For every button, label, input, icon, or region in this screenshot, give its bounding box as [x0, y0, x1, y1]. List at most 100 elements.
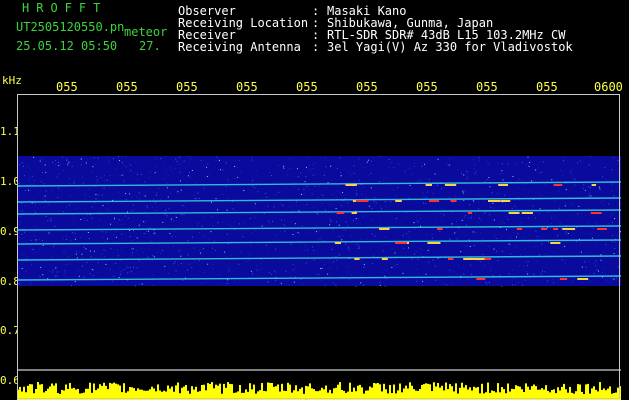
- power-trace-bar: [161, 391, 163, 400]
- noise-speckle: [68, 161, 70, 163]
- noise-speckle: [518, 179, 520, 181]
- power-trace-bar: [589, 393, 591, 400]
- noise-speckle: [328, 267, 330, 269]
- meteor-echo: [516, 228, 523, 230]
- noise-speckle: [288, 284, 290, 286]
- power-trace-bar: [353, 387, 355, 400]
- noise-speckle: [312, 246, 314, 248]
- noise-speckle: [381, 209, 382, 211]
- noise-speckle: [408, 231, 410, 233]
- noise-speckle: [275, 248, 276, 250]
- noise-speckle: [420, 179, 422, 181]
- power-trace-bar: [23, 386, 25, 400]
- noise-speckle: [196, 207, 198, 209]
- noise-speckle: [615, 241, 617, 243]
- noise-speckle: [497, 162, 498, 164]
- noise-speckle: [136, 249, 138, 251]
- noise-speckle: [127, 272, 129, 274]
- noise-speckle: [82, 176, 84, 178]
- power-trace-bar: [49, 386, 51, 400]
- power-trace-bar: [109, 382, 111, 400]
- meteor-echo: [354, 258, 360, 260]
- power-trace-bar: [153, 388, 155, 400]
- noise-speckle: [573, 177, 575, 179]
- meteor-echo: [559, 278, 568, 280]
- power-trace-bar: [29, 384, 31, 400]
- noise-speckle: [121, 219, 123, 221]
- x-tick: 055: [116, 80, 138, 94]
- info-value-antenna: 3el Yagi(V) Az 330 for Vladivostok: [327, 40, 573, 54]
- noise-speckle: [51, 189, 53, 191]
- power-trace-bar: [435, 386, 437, 400]
- noise-speckle: [428, 247, 430, 249]
- noise-speckle: [590, 195, 592, 197]
- noise-speckle: [183, 160, 185, 162]
- noise-speckle: [537, 167, 539, 169]
- noise-speckle: [529, 190, 531, 192]
- power-trace-bar: [227, 382, 229, 400]
- noise-speckle: [192, 236, 193, 238]
- power-trace-bar: [163, 390, 165, 400]
- meteor-echo: [550, 242, 561, 244]
- noise-speckle: [582, 188, 584, 190]
- noise-speckle: [76, 251, 78, 253]
- noise-speckle: [588, 260, 590, 262]
- noise-speckle: [107, 156, 109, 158]
- noise-speckle: [383, 244, 385, 246]
- noise-speckle: [557, 234, 559, 236]
- noise-speckle: [157, 171, 159, 173]
- noise-speckle: [254, 203, 256, 205]
- power-trace-bar: [319, 390, 321, 400]
- noise-speckle: [56, 176, 58, 178]
- noise-speckle: [540, 195, 542, 197]
- noise-speckle: [192, 194, 194, 196]
- noise-speckle: [200, 159, 202, 161]
- noise-speckle: [425, 273, 427, 275]
- noise-speckle: [226, 209, 228, 211]
- noise-speckle: [527, 273, 529, 275]
- noise-speckle: [611, 278, 613, 280]
- noise-speckle: [523, 188, 525, 190]
- noise-speckle: [472, 200, 474, 202]
- noise-speckle: [435, 279, 436, 281]
- noise-speckle: [596, 242, 597, 244]
- noise-speckle: [486, 284, 488, 286]
- noise-speckle: [35, 239, 37, 241]
- noise-speckle: [53, 245, 54, 247]
- noise-speckle: [123, 269, 124, 271]
- noise-speckle: [230, 225, 232, 227]
- noise-speckle: [179, 156, 181, 158]
- power-trace-bar: [361, 387, 363, 400]
- power-trace-bar: [309, 383, 311, 400]
- noise-speckle: [33, 183, 34, 185]
- noise-speckle: [238, 223, 240, 225]
- noise-speckle: [541, 241, 543, 243]
- power-trace-bar: [245, 389, 247, 400]
- noise-speckle: [282, 165, 284, 167]
- power-trace-bar: [395, 393, 397, 400]
- power-trace-bar: [289, 384, 291, 400]
- noise-speckle: [512, 278, 514, 279]
- noise-speckle: [27, 165, 29, 167]
- noise-speckle: [133, 273, 135, 275]
- power-trace-bar: [439, 387, 441, 400]
- power-trace-bar: [291, 392, 293, 400]
- noise-speckle: [187, 175, 189, 177]
- noise-speckle: [461, 219, 463, 221]
- noise-speckle: [480, 261, 482, 263]
- noise-speckle: [413, 162, 415, 164]
- power-trace-bar: [545, 385, 547, 400]
- noise-speckle: [339, 157, 341, 159]
- power-trace-bar: [363, 393, 365, 400]
- noise-speckle: [96, 182, 98, 183]
- noise-speckle: [551, 217, 552, 219]
- noise-speckle: [527, 261, 529, 263]
- noise-speckle: [518, 177, 520, 179]
- noise-speckle: [266, 281, 268, 283]
- noise-speckle: [452, 270, 454, 272]
- noise-speckle: [82, 265, 83, 267]
- power-trace-bar: [185, 385, 187, 400]
- noise-speckle: [553, 251, 555, 253]
- power-trace-bar: [105, 385, 107, 400]
- power-trace-bar: [451, 386, 453, 400]
